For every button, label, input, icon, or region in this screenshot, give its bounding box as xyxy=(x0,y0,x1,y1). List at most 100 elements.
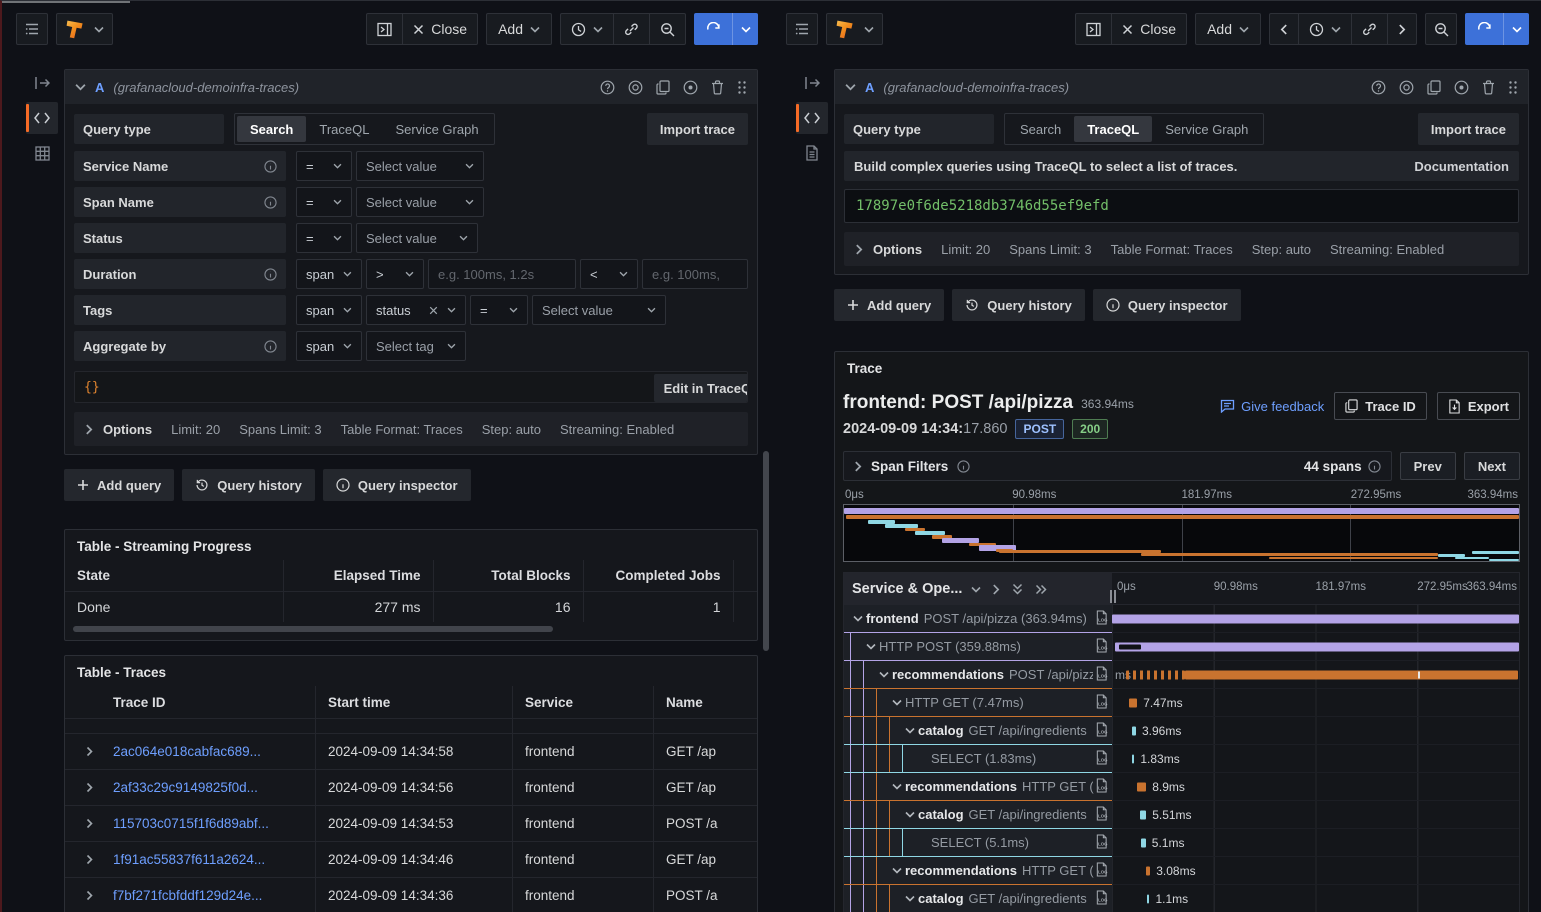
query-history-button[interactable]: Query history xyxy=(182,469,315,501)
span-duration-bar[interactable] xyxy=(1185,670,1518,679)
trace-id-link[interactable]: 2af33c29c9149825f0d... xyxy=(113,780,258,795)
aggregate-tag-select[interactable]: Select tag xyxy=(366,331,466,361)
query-inspector-button[interactable]: Query inspector xyxy=(323,469,471,501)
span-row[interactable]: HTTP POST (359.88ms)LOG xyxy=(844,633,1519,661)
query-disable-icon[interactable] xyxy=(1399,80,1414,95)
time-shift-forward-icon[interactable] xyxy=(1387,14,1416,44)
span-row[interactable]: recommendationsHTTP GET (LOG8.9ms xyxy=(844,773,1519,801)
span-row[interactable]: SELECT (1.83ms)LOG1.83ms xyxy=(844,745,1519,773)
logs-icon[interactable]: LOG xyxy=(1093,750,1108,765)
logs-icon[interactable]: LOG xyxy=(1093,890,1108,905)
span-timeline-cell[interactable]: ms xyxy=(1112,661,1519,689)
span-row[interactable]: catalogGET /api/ingredientsLOG1.1ms xyxy=(844,885,1519,912)
tag-value-select[interactable]: Select value xyxy=(532,295,666,325)
span-timeline-cell[interactable]: 1.1ms xyxy=(1112,885,1519,912)
span-name-cell[interactable]: SELECT (1.83ms)LOG xyxy=(844,745,1112,773)
menu-icon[interactable] xyxy=(16,13,48,45)
import-trace-button[interactable]: Import trace xyxy=(1418,113,1519,145)
span-timeline-cell[interactable]: 5.1ms xyxy=(1112,829,1519,857)
collapse-query-icon[interactable] xyxy=(845,83,856,91)
query-row-header[interactable]: A (grafanacloud-demoinfra-traces) xyxy=(835,70,1528,104)
expand-row-icon[interactable] xyxy=(65,746,113,757)
span-name-cell[interactable]: catalogGET /api/ingredientsLOG xyxy=(844,717,1112,745)
span-timeline-cell[interactable]: 7.47ms xyxy=(1112,689,1519,717)
span-row[interactable]: catalogGET /api/ingredientsLOG5.51ms xyxy=(844,801,1519,829)
span-row[interactable]: frontendPOST /api/pizza (363.94ms)LOG xyxy=(844,605,1519,633)
span-row[interactable]: catalogGET /api/ingredientsLOG3.96ms xyxy=(844,717,1519,745)
span-timeline-cell[interactable] xyxy=(1112,605,1519,633)
duration-gt-select[interactable]: > xyxy=(366,259,424,289)
span-row[interactable]: SELECT (5.1ms)LOG5.1ms xyxy=(844,829,1519,857)
code-view-icon[interactable] xyxy=(796,102,828,134)
span-row[interactable]: HTTP GET (7.47ms)LOG7.47ms xyxy=(844,689,1519,717)
col-header[interactable]: Total Blocks xyxy=(433,560,583,592)
span-duration-bar[interactable] xyxy=(1132,726,1136,735)
clear-icon[interactable] xyxy=(429,306,438,315)
zoom-out-icon[interactable] xyxy=(649,14,685,44)
collapse-one-icon[interactable] xyxy=(992,584,1000,595)
collapse-span-icon[interactable] xyxy=(902,895,918,902)
refresh-icon[interactable] xyxy=(1465,13,1503,45)
split-pane-icon[interactable] xyxy=(367,14,402,44)
import-trace-button[interactable]: Import trace xyxy=(647,113,748,145)
query-type-service-graph[interactable]: Service Graph xyxy=(382,116,491,142)
code-view-icon[interactable] xyxy=(26,102,58,134)
collapse-span-icon[interactable] xyxy=(889,699,905,706)
col-header-trace-id[interactable]: Trace ID xyxy=(113,695,315,710)
trace-id-link[interactable]: 115703c0715f1f6d89abf... xyxy=(113,816,269,831)
pane-toggle-icon[interactable] xyxy=(796,67,828,99)
trace-row[interactable]: 2af33c29c9149825f0d...2024-09-09 14:34:5… xyxy=(65,769,757,805)
export-button[interactable]: Export xyxy=(1437,392,1520,420)
column-resize-handle[interactable] xyxy=(1107,590,1119,603)
expand-row-icon[interactable] xyxy=(65,782,113,793)
span-timeline-cell[interactable]: 1.83ms xyxy=(1112,745,1519,773)
duration-max-input[interactable] xyxy=(642,259,748,289)
collapse-span-icon[interactable] xyxy=(863,643,879,650)
time-range-button[interactable] xyxy=(1298,14,1351,44)
collapse-all-icon[interactable] xyxy=(1035,584,1047,595)
expand-row-icon[interactable] xyxy=(65,818,113,829)
trace-row[interactable]: f7bf271fcbfddf129d24e...2024-09-09 14:34… xyxy=(65,877,757,912)
span-duration-bar[interactable] xyxy=(1137,782,1146,791)
span-duration-bar[interactable] xyxy=(1132,754,1134,763)
logs-icon[interactable]: LOG xyxy=(1093,694,1108,709)
remove-query-icon[interactable] xyxy=(1482,80,1495,95)
drag-handle-icon[interactable] xyxy=(737,80,747,95)
options-summary[interactable]: Options Limit: 20 Spans Limit: 3 Table F… xyxy=(74,412,748,446)
logs-icon[interactable]: LOG xyxy=(1093,806,1108,821)
collapse-span-icon[interactable] xyxy=(902,811,918,818)
col-header[interactable]: Completed Jobs xyxy=(583,560,733,592)
col-header-name[interactable]: Name xyxy=(654,695,757,710)
scrollbar-thumb[interactable] xyxy=(73,626,553,632)
remove-query-icon[interactable] xyxy=(711,80,724,95)
duplicate-query-icon[interactable] xyxy=(656,80,670,95)
collapse-span-icon[interactable] xyxy=(876,671,892,678)
collapse-span-icon[interactable] xyxy=(902,727,918,734)
tags-op-select[interactable]: = xyxy=(470,295,528,325)
documentation-link[interactable]: Documentation xyxy=(1414,159,1509,174)
span-name-cell[interactable]: catalogGET /api/ingredientsLOG xyxy=(844,885,1112,912)
span-duration-bar[interactable] xyxy=(1140,810,1146,819)
logs-icon[interactable]: LOG xyxy=(1093,778,1108,793)
query-help-icon[interactable] xyxy=(1371,80,1386,95)
span-name-cell[interactable]: HTTP POST (359.88ms)LOG xyxy=(844,633,1112,661)
query-help-icon[interactable] xyxy=(600,80,615,95)
service-operation-header[interactable]: Service & Ope... xyxy=(844,573,1112,605)
span-name-cell[interactable]: frontendPOST /api/pizza (363.94ms)LOG xyxy=(844,605,1112,633)
menu-icon[interactable] xyxy=(786,13,818,45)
trace-id-button[interactable]: Trace ID xyxy=(1334,392,1427,420)
col-header[interactable]: Elapsed Time xyxy=(283,560,433,592)
query-type-traceql[interactable]: TraceQL xyxy=(1074,116,1152,142)
span-name-cell[interactable]: catalogGET /api/ingredientsLOG xyxy=(844,801,1112,829)
datasource-picker[interactable] xyxy=(56,13,113,45)
span-name-cell[interactable]: recommendationsHTTP GET (LOG xyxy=(844,857,1112,885)
pane-scrollbar-thumb[interactable] xyxy=(763,451,769,651)
table-view-icon[interactable] xyxy=(26,137,58,169)
span-timeline-cell[interactable]: 8.9ms xyxy=(1112,773,1519,801)
span-name-cell[interactable]: SELECT (5.1ms)LOG xyxy=(844,829,1112,857)
split-pane-icon[interactable] xyxy=(1076,14,1111,44)
logs-icon[interactable]: LOG xyxy=(1093,722,1108,737)
traceql-query-input[interactable]: 17897e0f6de5218db3746d55ef9efd xyxy=(844,189,1519,223)
query-type-search[interactable]: Search xyxy=(1007,116,1074,142)
span-filters-bar[interactable]: Span Filters 44 spans xyxy=(843,451,1392,481)
